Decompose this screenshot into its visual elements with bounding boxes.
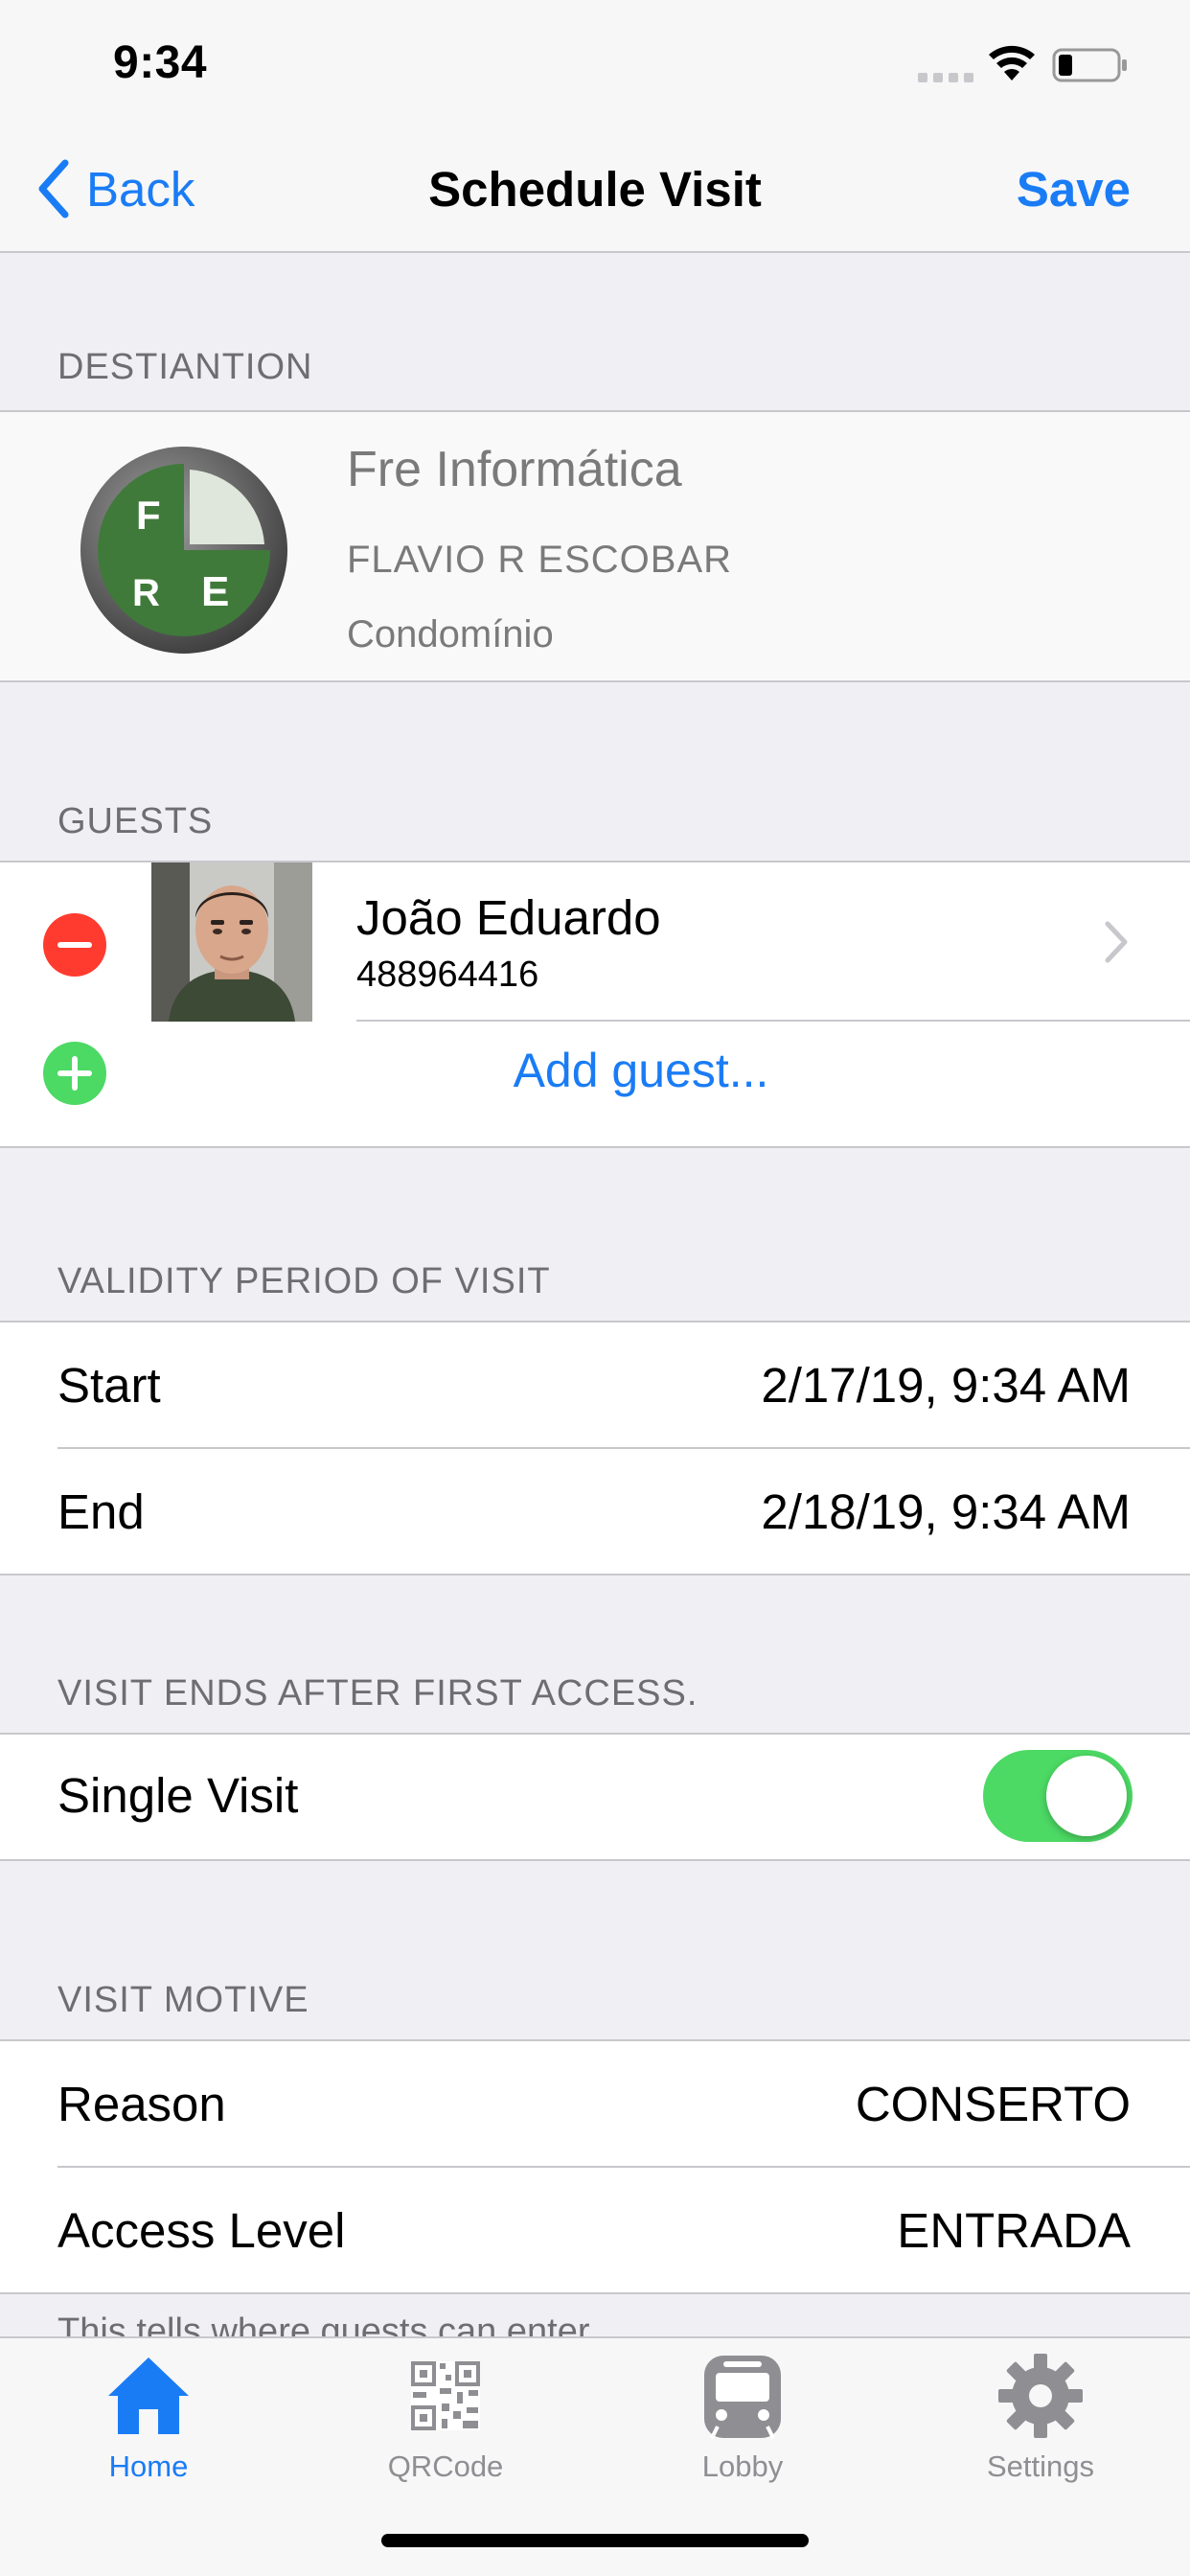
toggle-knob: [1046, 1756, 1127, 1836]
tab-settings-label: Settings: [986, 2450, 1094, 2483]
start-value[interactable]: 2/17/19, 9:34 AM: [761, 1357, 1131, 1414]
battery-icon: [1052, 48, 1127, 82]
single-visit-label: Single Visit: [57, 1768, 299, 1823]
remove-guest-icon[interactable]: [42, 912, 107, 978]
svg-text:F: F: [136, 493, 161, 538]
status-bar: 9:34: [0, 0, 1190, 126]
guest-name[interactable]: João Eduardo: [356, 889, 661, 946]
tab-qrcode-label: QRCode: [387, 2450, 504, 2483]
divider: [57, 2166, 1190, 2168]
tab-qrcode[interactable]: QRCode: [331, 2350, 561, 2494]
add-guest-button[interactable]: Add guest...: [0, 1043, 1190, 1098]
destination-owner: FLAVIO R ESCOBAR: [347, 539, 733, 581]
motive-group: Reason CONSERTO Access Level ENTRADA: [0, 2039, 1190, 2294]
destination-section-header: DESTIANTION: [57, 347, 313, 387]
tab-home[interactable]: Home: [34, 2350, 263, 2494]
access-level-label[interactable]: Access Level: [57, 2202, 345, 2259]
tab-lobby[interactable]: Lobby: [628, 2350, 858, 2494]
gear-icon: [998, 2354, 1083, 2438]
access-level-value[interactable]: ENTRADA: [897, 2202, 1131, 2259]
end-label[interactable]: End: [57, 1484, 145, 1540]
guests-list: João Eduardo 488964416 Add guest...: [0, 861, 1190, 1148]
divider: [356, 1020, 1190, 1022]
company-logo-icon: F R E: [80, 447, 287, 654]
navigation-bar: Back Schedule Visit Save: [0, 126, 1190, 253]
reason-label[interactable]: Reason: [57, 2076, 226, 2132]
save-button[interactable]: Save: [1017, 161, 1131, 218]
destination-name: Fre Informática: [347, 442, 682, 497]
single-visit-row: Single Visit: [0, 1733, 1190, 1861]
divider: [57, 1447, 1190, 1449]
tab-lobby-label: Lobby: [701, 2450, 784, 2483]
guests-section-header: GUESTS: [57, 801, 214, 841]
qrcode-icon: [411, 2361, 480, 2430]
reason-value[interactable]: CONSERTO: [856, 2076, 1131, 2132]
tab-settings[interactable]: Settings: [926, 2350, 1156, 2494]
guest-photo: [151, 862, 312, 1022]
single-visit-toggle[interactable]: [983, 1750, 1133, 1842]
tab-home-label: Home: [108, 2450, 189, 2483]
destination-type: Condomínio: [347, 613, 554, 656]
destination-card[interactable]: F R E Fre Informática FLAVIO R ESCOBAR C…: [0, 410, 1190, 682]
validity-group: Start 2/17/19, 9:34 AM End 2/18/19, 9:34…: [0, 1321, 1190, 1576]
motive-section-header: VISIT MOTIVE: [57, 1980, 309, 2020]
guest-id: 488964416: [356, 954, 539, 995]
page-title: Schedule Visit: [428, 162, 762, 217]
single-visit-section-header: VISIT ENDS AFTER FIRST ACCESS.: [57, 1673, 698, 1714]
home-icon: [108, 2358, 189, 2434]
end-value[interactable]: 2/18/19, 9:34 AM: [761, 1484, 1131, 1540]
status-time: 9:34: [113, 37, 208, 88]
home-indicator[interactable]: [381, 2534, 809, 2547]
wifi-icon: [989, 45, 1035, 80]
chevron-right-icon[interactable]: [1104, 920, 1129, 964]
svg-text:R: R: [132, 572, 160, 614]
cellular-signal-icon: [918, 73, 973, 82]
start-label[interactable]: Start: [57, 1357, 161, 1414]
validity-section-header: VALIDITY PERIOD OF VISIT: [57, 1261, 551, 1301]
svg-text:E: E: [201, 568, 229, 615]
bus-icon: [704, 2356, 781, 2439]
